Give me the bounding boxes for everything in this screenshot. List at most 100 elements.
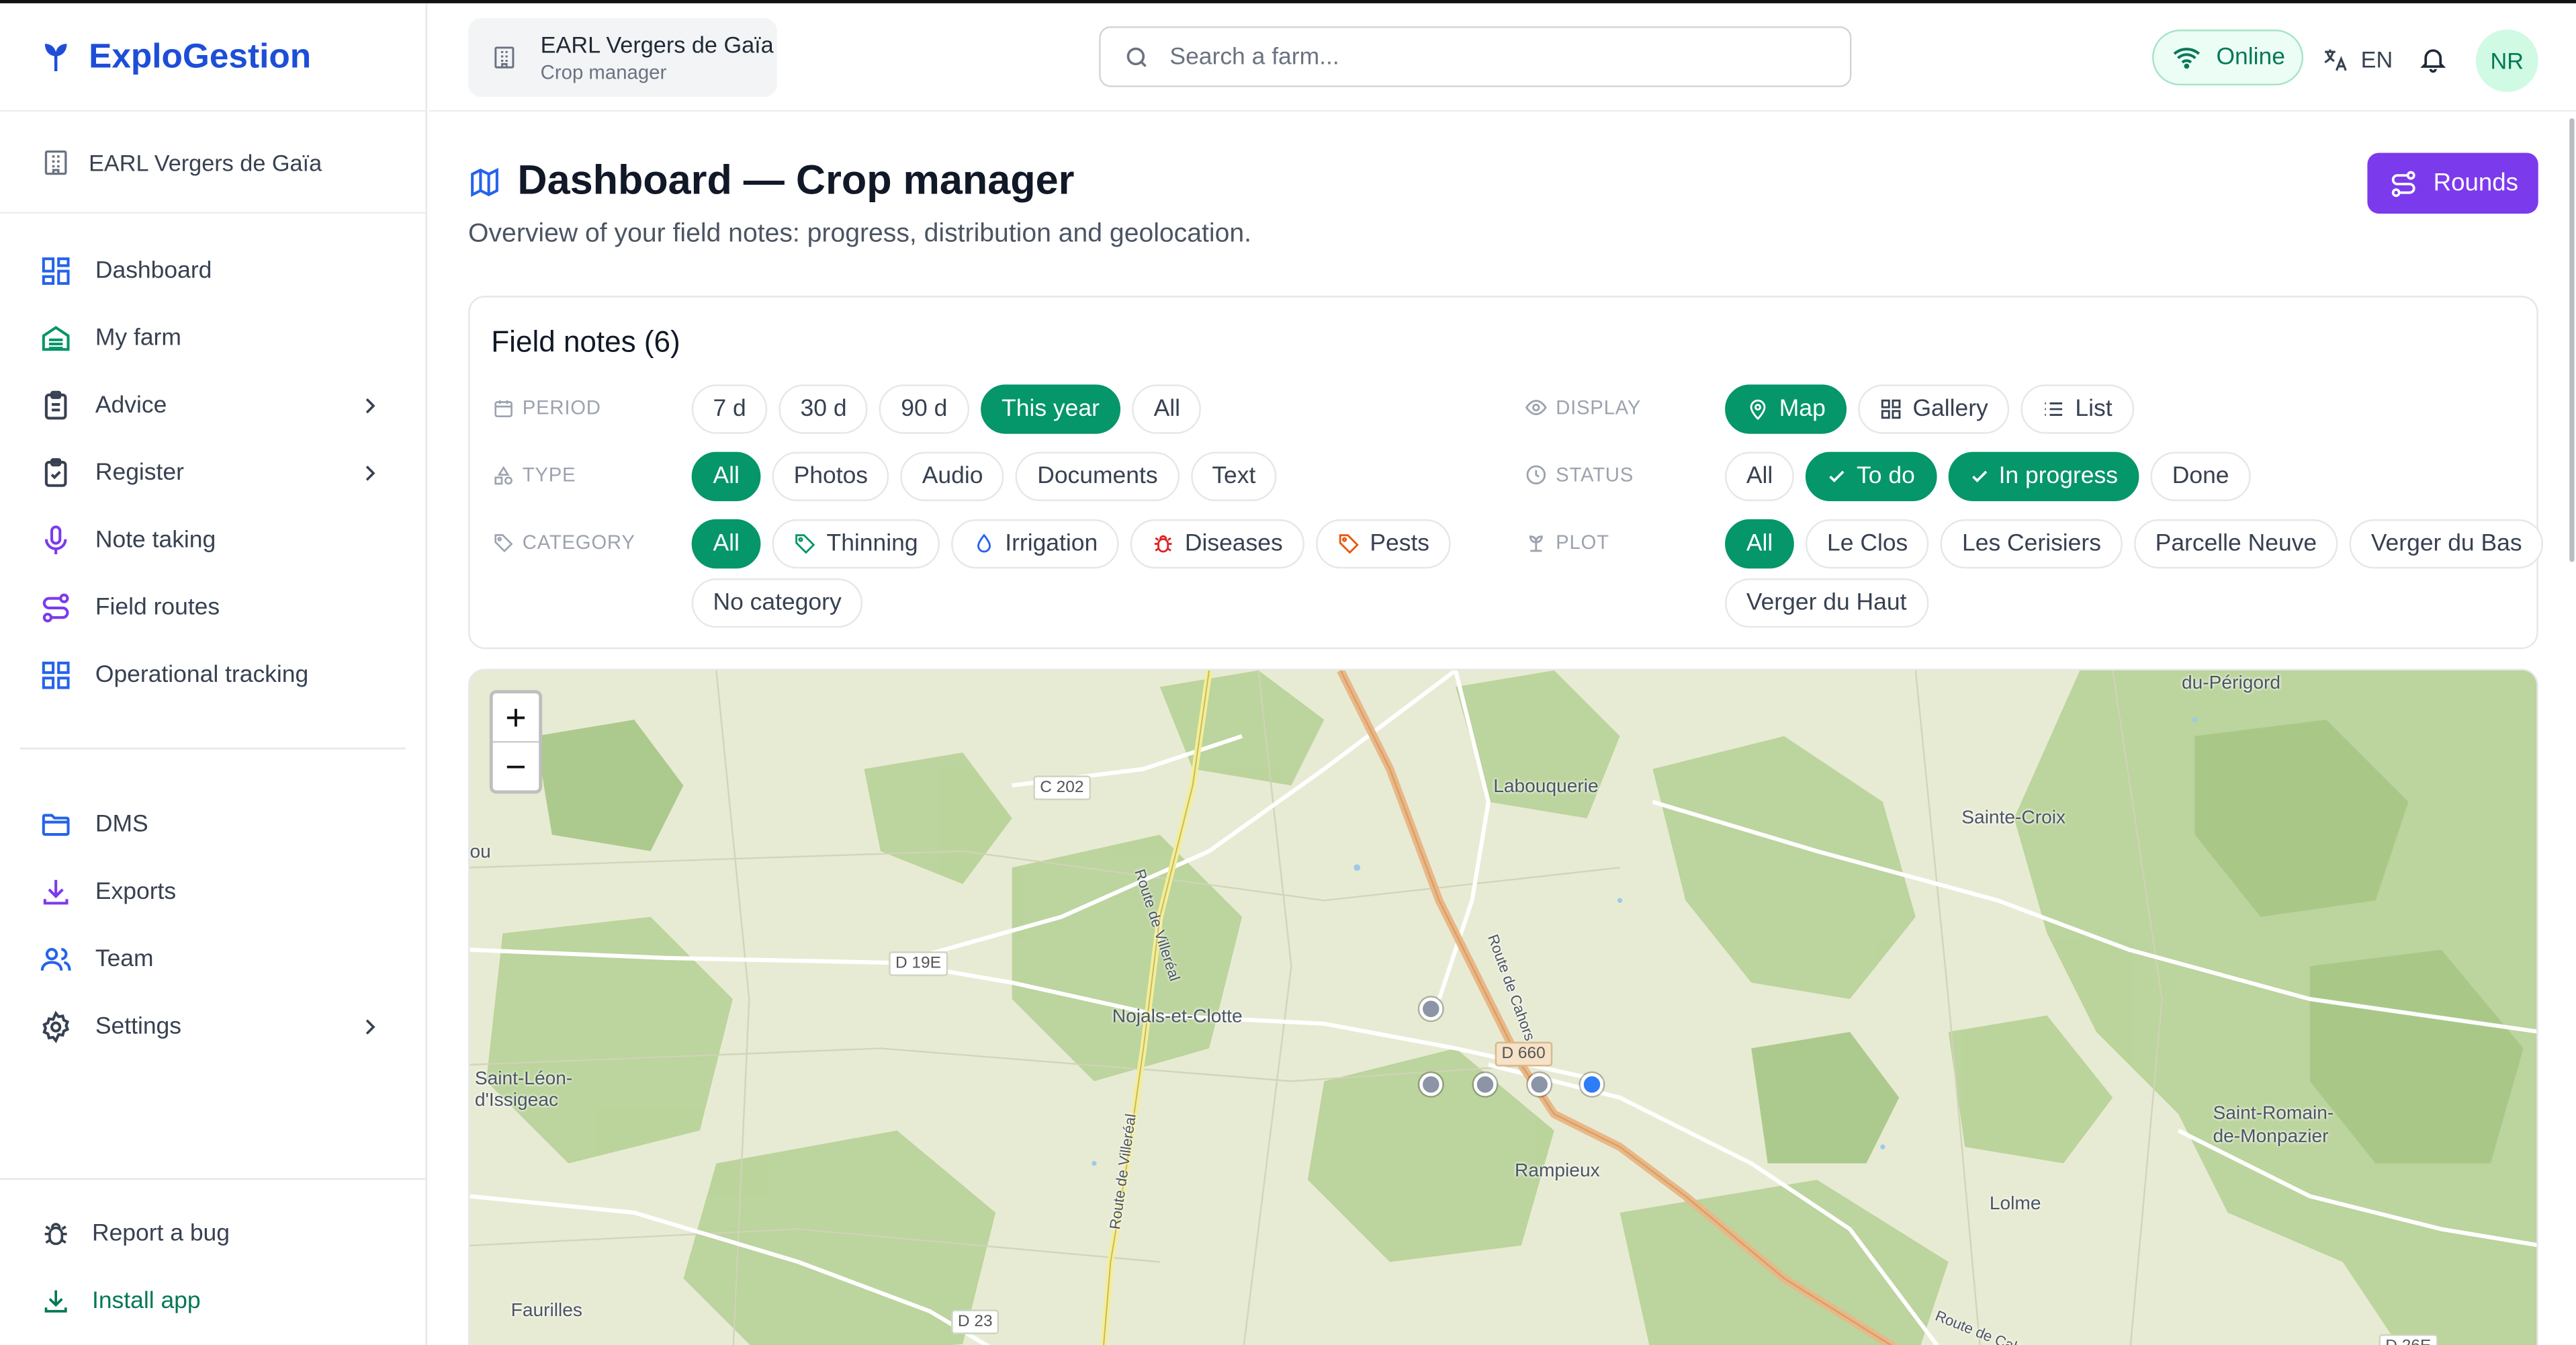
farm-selector[interactable]: EARL Vergers de Gaïa xyxy=(0,112,426,214)
display-option-map[interactable]: Map xyxy=(1725,384,1847,434)
sidebar-item-register[interactable]: Register xyxy=(0,439,425,506)
map-icon xyxy=(468,165,501,198)
period-filter-options: 7 d 30 d 90 d This year All xyxy=(691,384,1213,434)
map-road-label: C 202 xyxy=(1033,775,1091,801)
plot-option-les-cerisiers[interactable]: Les Cerisiers xyxy=(1941,519,2123,569)
period-filter-label: PERIOD xyxy=(491,396,601,419)
plot-filter-label: PLOT xyxy=(1525,531,1609,554)
map-place-label: Nojals-et-Clotte xyxy=(1112,1007,1243,1027)
map-place-label: Lolme xyxy=(1989,1195,2041,1215)
category-option-diseases[interactable]: Diseases xyxy=(1130,519,1304,569)
search-box[interactable] xyxy=(1099,26,1852,87)
rounds-button-label: Rounds xyxy=(2433,169,2519,198)
category-diseases-label: Diseases xyxy=(1184,530,1283,558)
map-place-label: Labouquerie xyxy=(1493,777,1599,797)
period-option-30d[interactable]: 30 d xyxy=(779,384,869,434)
rounds-button[interactable]: Rounds xyxy=(2367,153,2538,214)
type-option-all[interactable]: All xyxy=(691,451,761,501)
type-option-text[interactable]: Text xyxy=(1190,451,1278,501)
user-avatar[interactable]: NR xyxy=(2475,30,2538,92)
wifi-icon xyxy=(2170,41,2203,74)
header-role: Crop manager xyxy=(540,60,667,84)
category-option-thinning[interactable]: Thinning xyxy=(772,519,940,569)
status-filter-label: STATUS xyxy=(1525,464,1634,486)
bell-icon[interactable] xyxy=(2417,43,2450,76)
map-place-label: Faurilles xyxy=(510,1301,582,1321)
sidebar-item-team[interactable]: Team xyxy=(0,925,425,992)
list-icon xyxy=(2043,398,2066,421)
sidebar-item-field-routes[interactable]: Field routes xyxy=(0,574,425,641)
sidebar-item-label: Operational tracking xyxy=(95,661,309,688)
status-option-done[interactable]: Done xyxy=(2150,451,2251,501)
language-switcher[interactable]: EN xyxy=(2318,43,2393,76)
tag-icon xyxy=(491,531,514,554)
brand[interactable]: ExploGestion xyxy=(0,3,426,112)
sidebar-item-exports[interactable]: Exports xyxy=(0,858,425,925)
plot-option-le-clos[interactable]: Le Clos xyxy=(1806,519,1930,569)
type-option-documents[interactable]: Documents xyxy=(1016,451,1180,501)
sidebar-item-label: Exports xyxy=(95,878,177,905)
field-notes-map[interactable]: + − du-Périgord Labouquerie Sainte-Croix… xyxy=(468,668,2538,1345)
farm-switcher[interactable]: EARL Vergers de Gaïa Crop manager xyxy=(468,17,777,97)
sidebar-item-note-taking[interactable]: Note taking xyxy=(0,506,425,573)
map-place-label: Saint-Léon- xyxy=(474,1070,573,1090)
period-option-7d[interactable]: 7 d xyxy=(691,384,768,434)
plot-option-verger-du-haut[interactable]: Verger du Haut xyxy=(1725,578,1928,628)
grid-icon xyxy=(1880,398,1903,421)
period-option-all[interactable]: All xyxy=(1132,384,1202,434)
sidebar-item-settings[interactable]: Settings xyxy=(0,992,425,1059)
leaf-logo-icon xyxy=(40,40,73,73)
plot-option-all[interactable]: All xyxy=(1725,519,1795,569)
sidebar-item-label: Settings xyxy=(95,1012,182,1039)
map-marker[interactable] xyxy=(1473,1073,1497,1096)
online-status-badge: Online xyxy=(2151,30,2304,86)
zoom-in-button[interactable]: + xyxy=(492,693,539,743)
sidebar-item-my-farm[interactable]: My farm xyxy=(0,304,425,371)
category-filter-label: CATEGORY xyxy=(491,531,635,554)
install-app-label: Install app xyxy=(91,1287,201,1314)
install-app-button[interactable]: Install app xyxy=(0,1267,427,1334)
map-marker[interactable] xyxy=(1527,1073,1551,1096)
category-option-no-category[interactable]: No category xyxy=(691,578,863,628)
page-scrollbar[interactable] xyxy=(2569,118,2575,562)
plot-option-parcelle-neuve[interactable]: Parcelle Neuve xyxy=(2133,519,2338,569)
map-marker-selected[interactable] xyxy=(1580,1073,1604,1096)
map-zoom-controls: + − xyxy=(489,690,543,794)
type-option-photos[interactable]: Photos xyxy=(772,451,889,501)
period-option-90d[interactable]: 90 d xyxy=(879,384,969,434)
type-option-audio[interactable]: Audio xyxy=(900,451,1005,501)
category-option-irrigation[interactable]: Irrigation xyxy=(950,519,1120,569)
display-map-label: Map xyxy=(1779,396,1826,423)
top-bar: EARL Vergers de Gaïa Crop manager Online… xyxy=(429,3,2576,112)
plot-option-verger-du-bas[interactable]: Verger du Bas xyxy=(2350,519,2544,569)
category-filter-options-row2: No category xyxy=(691,578,875,628)
category-option-all[interactable]: All xyxy=(691,519,761,569)
map-marker[interactable] xyxy=(1419,997,1443,1021)
period-option-this-year[interactable]: This year xyxy=(980,384,1121,434)
display-option-list[interactable]: List xyxy=(2020,384,2134,434)
status-option-to-do[interactable]: To do xyxy=(1806,451,1937,501)
sidebar-item-label: My farm xyxy=(95,324,181,351)
sidebar-item-operational-tracking[interactable]: Operational tracking xyxy=(0,641,425,708)
farm-icon xyxy=(40,321,73,354)
map-marker[interactable] xyxy=(1419,1073,1443,1096)
page-header: Dashboard — Crop manager xyxy=(468,158,1074,206)
display-option-gallery[interactable]: Gallery xyxy=(1858,384,2010,434)
category-filter-options: All Thinning Irrigation Diseases Pests xyxy=(691,519,1462,569)
status-option-all[interactable]: All xyxy=(1725,451,1795,501)
field-notes-filters: Field notes (6) PERIOD 7 d 30 d 90 d Thi… xyxy=(468,296,2544,650)
sidebar-item-advice[interactable]: Advice xyxy=(0,372,425,439)
search-input[interactable] xyxy=(1169,43,1794,70)
zoom-out-button[interactable]: − xyxy=(493,743,539,792)
microphone-icon xyxy=(40,523,73,556)
category-option-pests[interactable]: Pests xyxy=(1315,519,1451,569)
map-place-label: Rampieux xyxy=(1515,1162,1600,1182)
sidebar-item-dms[interactable]: DMS xyxy=(0,790,425,857)
folder-icon xyxy=(40,808,73,840)
sidebar-item-dashboard[interactable]: Dashboard xyxy=(0,236,425,304)
clock-icon xyxy=(1525,464,1548,486)
bug-icon xyxy=(1152,532,1175,555)
report-bug-button[interactable]: Report a bug xyxy=(0,1199,427,1266)
sidebar-item-label: Dashboard xyxy=(95,257,212,284)
status-option-in-progress[interactable]: In progress xyxy=(1947,451,2139,501)
